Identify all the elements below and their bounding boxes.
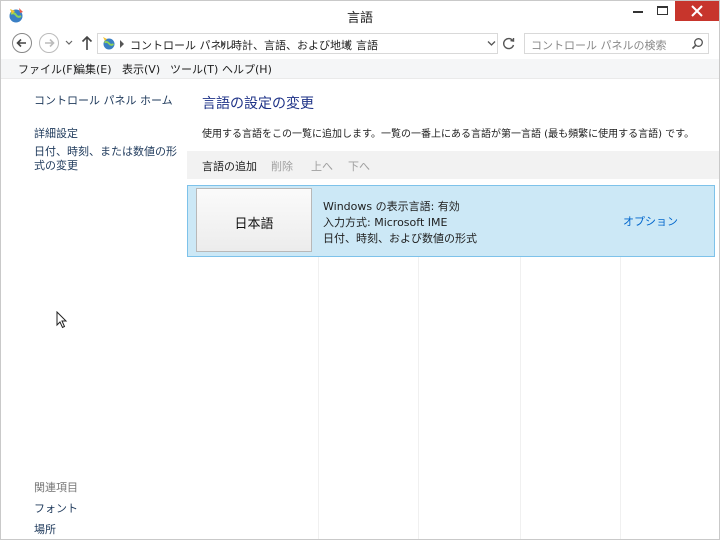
menu-help[interactable]: ヘルプ(H) [222, 61, 272, 77]
menu-file[interactable]: ファイル(F) [18, 61, 77, 77]
arrow-right-icon [45, 38, 55, 48]
move-up-button[interactable]: 上へ [311, 158, 333, 174]
refresh-button[interactable] [499, 33, 519, 54]
maximize-button[interactable] [651, 1, 675, 21]
menu-tools[interactable]: ツール(T) [170, 61, 218, 77]
language-tile[interactable]: 日本語 [196, 188, 312, 252]
window-title: 言語 [346, 11, 373, 26]
language-name: 日本語 [234, 217, 274, 232]
input-method: 入力方式: Microsoft IME [323, 216, 448, 229]
chevron-down-icon[interactable] [487, 40, 496, 47]
options-link[interactable]: オプション [623, 213, 678, 229]
breadcrumb-separator-icon[interactable] [221, 40, 225, 48]
date-time-format-info: 日付、時刻、および数値の形式 [323, 232, 477, 245]
arrow-left-icon [16, 38, 26, 48]
breadcrumb-separator-icon[interactable] [120, 40, 124, 48]
close-button[interactable] [675, 1, 719, 21]
search-icon[interactable] [691, 37, 704, 50]
location-link[interactable]: 場所 [34, 521, 56, 537]
main-content: 言語の設定の変更 使用する言語をこの一覧に追加します。一覧の一番上にある言語が第… [187, 79, 719, 539]
menu-view[interactable]: 表示(V) [122, 61, 160, 77]
menu-edit[interactable]: 編集(E) [74, 61, 112, 77]
title-bar[interactable]: 言語 [1, 1, 719, 29]
close-icon [691, 5, 703, 17]
page-description: 使用する言語をこの一覧に追加します。一覧の一番上にある言語が第一言語 (最も頻繁… [202, 129, 695, 140]
fonts-link[interactable]: フォント [34, 500, 78, 516]
minimize-icon [633, 11, 643, 13]
maximize-icon [657, 6, 668, 15]
menu-bar: ファイル(F) 編集(E) 表示(V) ツール(T) ヘルプ(H) [1, 59, 719, 79]
control-panel-home-link[interactable]: コントロール パネル ホーム [34, 92, 173, 108]
breadcrumb-language[interactable]: 言語 [356, 37, 378, 53]
search-box[interactable]: コントロール パネルの検索 [524, 33, 709, 54]
page-title: 言語の設定の変更 [202, 96, 314, 112]
forward-button[interactable] [39, 33, 59, 53]
breadcrumb-control-panel[interactable]: コントロール パネル [130, 37, 233, 53]
navigation-bar: コントロール パネル 時計、言語、および地域 言語 コントロール パネルの検索 [1, 29, 719, 59]
search-input[interactable]: コントロール パネルの検索 [531, 37, 667, 53]
breadcrumb-clock-language-region[interactable]: 時計、言語、および地域 [231, 37, 352, 53]
recent-locations-icon[interactable] [65, 40, 73, 46]
arrow-up-icon[interactable] [81, 35, 93, 51]
refresh-icon [503, 37, 515, 50]
mouse-cursor-icon [56, 311, 68, 329]
control-panel-icon [103, 37, 115, 50]
breadcrumb-separator-icon[interactable] [346, 40, 350, 48]
remove-language-button[interactable]: 削除 [271, 158, 293, 174]
column-divider [318, 257, 319, 539]
language-toolbar: 言語の追加 削除 上へ 下へ [187, 151, 719, 179]
language-window: 言語 コントロール パネル 時計、言語、および地域 言語 コントロール パネルの… [0, 0, 720, 540]
column-divider [418, 257, 419, 539]
add-language-button[interactable]: 言語の追加 [202, 158, 257, 174]
column-divider [620, 257, 621, 539]
column-divider [520, 257, 521, 539]
display-language-status: Windows の表示言語: 有効 [323, 200, 460, 213]
change-date-time-format-link[interactable]: 日付、時刻、または数値の形式の変更 [34, 145, 184, 173]
related-items-header: 関連項目 [34, 481, 78, 494]
left-navigation-pane: コントロール パネル ホーム 詳細設定 日付、時刻、または数値の形式の変更 関連… [1, 79, 187, 539]
minimize-button[interactable] [625, 1, 651, 21]
language-list-item[interactable]: 日本語 Windows の表示言語: 有効 入力方式: Microsoft IM… [187, 185, 715, 257]
address-bar[interactable]: コントロール パネル 時計、言語、および地域 言語 [97, 33, 498, 54]
back-button[interactable] [12, 33, 32, 53]
advanced-settings-link[interactable]: 詳細設定 [34, 125, 78, 141]
move-down-button[interactable]: 下へ [348, 158, 370, 174]
